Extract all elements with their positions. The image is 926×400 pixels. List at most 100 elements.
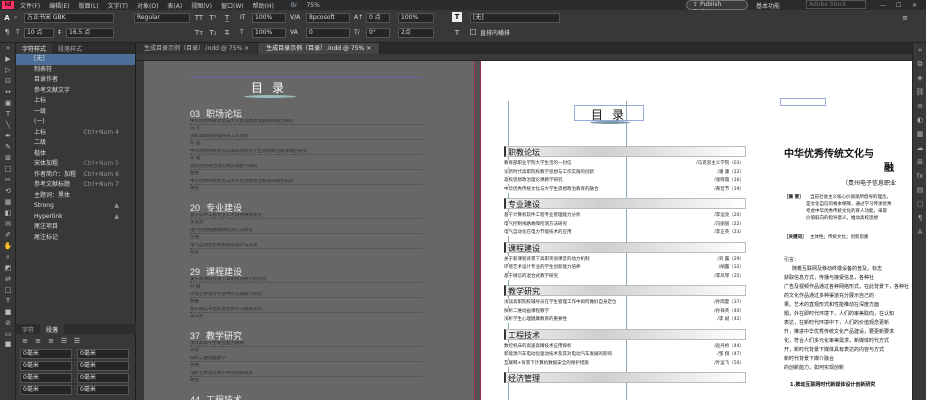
skew-field[interactable]: 0° — [366, 28, 390, 38]
paragraph-formatting-icon[interactable]: ¶ — [2, 27, 12, 37]
tab-character-styles[interactable]: 字符样式 — [16, 43, 53, 54]
effects-panel-icon[interactable]: fx — [913, 169, 926, 183]
right-indent-field[interactable]: 0毫米 — [77, 349, 129, 359]
style-item[interactable]: [无] — [16, 54, 135, 65]
gradient-feather-tool-icon[interactable]: ◧ — [0, 208, 16, 219]
underline-icon[interactable]: T̲ — [222, 13, 232, 23]
style-item[interactable]: 作者简介：加粗 Ctrl+Num 6 — [16, 170, 135, 181]
last-line-indent-field[interactable]: 0毫米 — [77, 361, 129, 371]
character-formatting-icon[interactable]: A — [2, 13, 12, 23]
leading-field[interactable]: 16.5 点 — [66, 28, 114, 38]
gradient-swatch-tool-icon[interactable]: ▦ — [0, 197, 16, 208]
cc-libraries-icon[interactable]: ☁ — [913, 141, 926, 155]
fill-swatch-icon[interactable]: ■ — [0, 340, 16, 348]
page-tool-icon[interactable]: ⊡ — [0, 76, 16, 87]
menu-help[interactable]: 帮助(H) — [253, 1, 274, 10]
swatches-panel-icon[interactable]: ▦ — [913, 127, 926, 141]
document-tab[interactable]: 生成目录示例（目录）.indd @ 75% × — [136, 43, 259, 54]
style-item[interactable]: 主题词：黑体 — [16, 191, 135, 202]
pages-panel-icon[interactable]: ⧉ — [913, 57, 926, 71]
menu-object[interactable]: 对象(O) — [137, 1, 158, 10]
align-right-icon[interactable]: ≡ — [46, 336, 56, 346]
gap-tool-icon[interactable]: ↔ — [0, 87, 16, 98]
style-item[interactable]: 制表符 — [16, 65, 135, 76]
style-item[interactable]: 宋体加粗 Ctrl+Num 5 — [16, 159, 135, 170]
apply-color-icon[interactable]: ■ — [0, 307, 16, 318]
char-scale-field[interactable]: 100% — [398, 13, 434, 23]
panel-menu-icon[interactable]: ≡ — [900, 13, 910, 23]
justify-all-icon[interactable]: ☰ — [72, 336, 82, 346]
bridge-button[interactable]: Br — [291, 2, 298, 9]
hand-tool-icon[interactable]: ✋ — [0, 241, 16, 252]
horizontal-ruler[interactable] — [136, 54, 912, 61]
collapse-icon[interactable]: » — [0, 43, 16, 54]
left-page[interactable]: 目 录 03 职场论坛 中华优秀传统文化与大学生思想政治教育的融合研究白 芳浅析高职… — [144, 61, 475, 400]
tab-paragraph-styles[interactable]: 段落样式 — [52, 43, 88, 54]
tab-character[interactable]: 字符 — [16, 324, 40, 334]
right-page[interactable]: 目 录 职教论坛 教育部职业学院大学生活的一封信/马克思主义学院（03） 论新时代高… — [480, 61, 770, 400]
direct-selection-tool-icon[interactable]: ▷ — [0, 65, 16, 76]
vertical-scale-field[interactable]: 100% — [252, 13, 286, 23]
line-tool-icon[interactable]: ╲ — [0, 120, 16, 131]
small-caps-icon[interactable]: Tᴛ — [194, 28, 204, 38]
vertical-ruler[interactable] — [136, 61, 144, 400]
character-styles-icon[interactable]: A — [913, 225, 926, 239]
stroke-panel-icon[interactable]: ≡ — [913, 99, 926, 113]
style-item[interactable]: (一) — [16, 117, 135, 128]
left-indent-field[interactable]: 0毫米 — [20, 349, 72, 359]
pencil-tool-icon[interactable]: ✎ — [0, 142, 16, 153]
style-item[interactable]: 上标 Ctrl+Num 4 — [16, 128, 135, 139]
text-wrap-icon[interactable]: ⊞ — [913, 155, 926, 169]
style-item[interactable]: 二级 — [16, 138, 135, 149]
menu-file[interactable]: 文件(F) — [20, 1, 40, 10]
layers-panel-icon[interactable]: ◈ — [913, 71, 926, 85]
note-tool-icon[interactable]: ✉ — [0, 219, 16, 230]
drop-cap-chars-field[interactable]: 0毫米 — [77, 385, 129, 395]
content-collector-icon[interactable]: ▣ — [0, 98, 16, 109]
font-style-field[interactable]: Regular — [134, 13, 190, 23]
menu-view[interactable]: 视图(V) — [191, 1, 212, 10]
subscript-icon[interactable]: T₁ — [208, 28, 218, 38]
gradient-panel-icon[interactable]: ▤ — [913, 183, 926, 197]
pen-tool-icon[interactable]: ✒ — [0, 131, 16, 142]
apply-none-icon[interactable]: ⊘ — [0, 318, 16, 329]
stock-search-input[interactable]: Adobe Stock — [806, 0, 866, 9]
fill-stroke-icon[interactable]: ◩ — [0, 263, 16, 274]
space-after-field[interactable]: 0毫米 — [77, 373, 129, 383]
menu-table[interactable]: 表(A) — [167, 1, 182, 10]
paragraph-styles-icon[interactable]: ¶ — [913, 211, 926, 225]
publish-online-button[interactable]: ⇪ Publish Online — [686, 0, 748, 16]
style-item[interactable]: 上标 — [16, 96, 135, 107]
text-stroke-icon[interactable]: T — [452, 28, 462, 38]
tate-chu-yoko-checkbox[interactable] — [470, 29, 476, 35]
close-tab-icon[interactable]: × — [244, 45, 249, 52]
align-center-icon[interactable]: ≡ — [33, 336, 43, 346]
close-icon[interactable]: ✕ — [912, 2, 917, 9]
rectangle-tool-icon[interactable]: □ — [0, 164, 16, 175]
menu-window[interactable]: 窗口(W) — [221, 1, 244, 10]
superscript-icon[interactable]: T¹ — [208, 13, 218, 23]
drop-cap-lines-field[interactable]: 0毫米 — [20, 385, 72, 395]
formatting-container-icon[interactable]: □ — [0, 285, 16, 296]
swap-icon[interactable]: ⇄ — [0, 274, 16, 285]
justify-icon[interactable]: ☰ — [59, 336, 69, 346]
font-size-field[interactable]: 10 点 — [24, 28, 54, 38]
menu-edit[interactable]: 编辑(E) — [49, 1, 69, 10]
zoom-readout[interactable]: 75% — [306, 2, 319, 9]
minimize-icon[interactable]: — — [880, 2, 886, 9]
font-family-field[interactable]: 方正书宋 GBK — [24, 13, 114, 23]
expand-dock-icon[interactable]: « — [913, 43, 926, 57]
close-tab-icon[interactable]: × — [366, 45, 371, 52]
formatting-text-icon[interactable]: T — [0, 296, 16, 307]
style-item[interactable]: Strong ▲ — [16, 201, 135, 212]
object-styles-icon[interactable]: ▢ — [913, 197, 926, 211]
tab-paragraph[interactable]: 段落 — [40, 324, 65, 334]
article-page[interactable]: 中华优秀传统文化与 融 （贵州电子信息职业 ［摘 要］ 当前社会主义核心价值观所… — [766, 61, 912, 400]
menu-type[interactable]: 文字(T) — [108, 1, 128, 10]
document-tab-active[interactable]: 生成目录示例（目录）.indd @ 75% × — [258, 43, 381, 54]
baseline-shift-field[interactable]: 0 点 — [366, 13, 390, 23]
zoom-tool-icon[interactable]: ⌕ — [0, 252, 16, 263]
color-panel-icon[interactable]: ◐ — [913, 113, 926, 127]
style-item[interactable]: Hyperlink ▲ — [16, 212, 135, 223]
first-line-indent-field[interactable]: 0毫米 — [20, 361, 72, 371]
